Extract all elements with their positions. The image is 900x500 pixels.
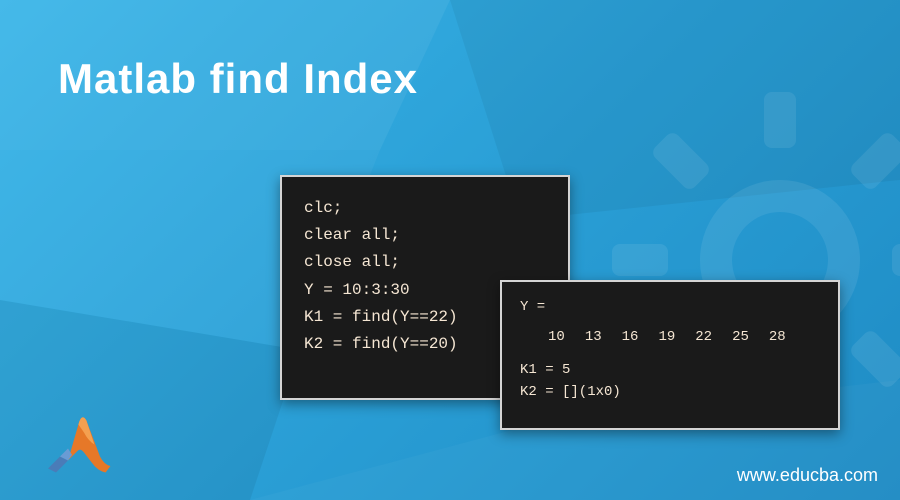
output-array-row: 10 13 16 19 22 25 28 [520, 326, 820, 348]
array-value: 25 [732, 326, 749, 348]
code-line: clear all; [304, 222, 546, 249]
code-line: close all; [304, 249, 546, 276]
page-title: Matlab find Index [58, 55, 418, 103]
output-var-label: Y = [520, 296, 820, 318]
array-value: 22 [695, 326, 712, 348]
array-value: 13 [585, 326, 602, 348]
output-result: K1 = 5 [520, 359, 820, 381]
matlab-logo-icon [40, 407, 120, 482]
array-value: 19 [658, 326, 675, 348]
array-value: 28 [769, 326, 786, 348]
array-value: 16 [622, 326, 639, 348]
website-url: www.educba.com [737, 465, 878, 486]
code-output-box: Y = 10 13 16 19 22 25 28 K1 = 5 K2 = [](… [500, 280, 840, 430]
array-value: 10 [548, 326, 565, 348]
output-result: K2 = [](1x0) [520, 381, 820, 403]
code-line: clc; [304, 195, 546, 222]
